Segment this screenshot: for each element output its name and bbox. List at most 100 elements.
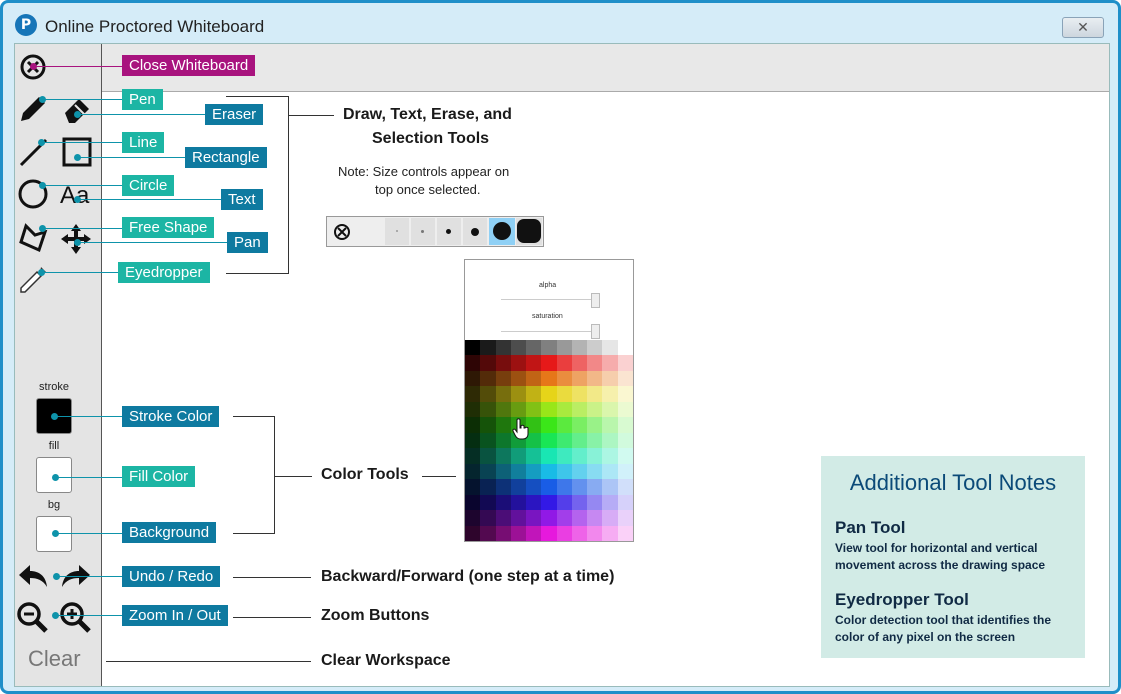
palette-swatch[interactable] <box>602 370 619 387</box>
palette-swatch[interactable] <box>587 494 604 511</box>
alpha-slider-track[interactable] <box>501 299 595 300</box>
palette-swatch[interactable] <box>480 340 497 356</box>
palette-swatch[interactable] <box>526 340 543 356</box>
clear-button[interactable]: Clear <box>28 646 81 672</box>
palette-swatch[interactable] <box>480 525 497 541</box>
palette-swatch[interactable] <box>617 370 633 387</box>
palette-swatch[interactable] <box>617 432 633 449</box>
alpha-slider-handle[interactable] <box>591 293 600 308</box>
palette-swatch[interactable] <box>480 479 497 496</box>
palette-swatch[interactable] <box>587 463 604 480</box>
saturation-slider-handle[interactable] <box>591 324 600 339</box>
palette-swatch[interactable] <box>571 510 588 527</box>
palette-swatch[interactable] <box>495 432 512 449</box>
palette-swatch[interactable] <box>541 340 558 356</box>
palette-swatch[interactable] <box>617 494 633 511</box>
palette-swatch[interactable] <box>480 494 497 511</box>
redo-icon[interactable] <box>60 563 92 591</box>
palette-swatch[interactable] <box>587 525 604 541</box>
palette-swatch[interactable] <box>480 386 497 403</box>
palette-swatch[interactable] <box>541 525 558 541</box>
palette-swatch[interactable] <box>495 355 512 372</box>
palette-swatch[interactable] <box>480 463 497 480</box>
zoom-out-icon[interactable] <box>16 601 50 635</box>
palette-swatch[interactable] <box>541 401 558 418</box>
palette-swatch[interactable] <box>541 417 558 434</box>
palette-swatch[interactable] <box>556 448 573 465</box>
palette-swatch[interactable] <box>571 386 588 403</box>
eyedropper-icon[interactable] <box>17 264 49 296</box>
palette-swatch[interactable] <box>587 355 604 372</box>
palette-swatch[interactable] <box>602 432 619 449</box>
palette-swatch[interactable] <box>571 494 588 511</box>
size-option-6[interactable] <box>516 218 542 245</box>
palette-swatch[interactable] <box>587 479 604 496</box>
palette-swatch[interactable] <box>602 448 619 465</box>
palette-swatch[interactable] <box>556 432 573 449</box>
palette-swatch[interactable] <box>480 370 497 387</box>
palette-swatch[interactable] <box>541 448 558 465</box>
palette-swatch[interactable] <box>541 370 558 387</box>
palette-swatch[interactable] <box>495 386 512 403</box>
palette-swatch[interactable] <box>617 340 633 356</box>
palette-swatch[interactable] <box>602 463 619 480</box>
palette-swatch[interactable] <box>465 401 481 418</box>
palette-swatch[interactable] <box>495 494 512 511</box>
palette-swatch[interactable] <box>587 401 604 418</box>
palette-swatch[interactable] <box>617 463 633 480</box>
palette-swatch[interactable] <box>556 340 573 356</box>
palette-swatch[interactable] <box>510 494 527 511</box>
palette-swatch[interactable] <box>510 355 527 372</box>
palette-swatch[interactable] <box>465 479 481 496</box>
palette-swatch[interactable] <box>556 463 573 480</box>
palette-swatch[interactable] <box>602 494 619 511</box>
palette-swatch[interactable] <box>526 370 543 387</box>
palette-swatch[interactable] <box>617 510 633 527</box>
palette-swatch[interactable] <box>465 386 481 403</box>
palette-swatch[interactable] <box>510 479 527 496</box>
palette-swatch[interactable] <box>617 525 633 541</box>
palette-swatch[interactable] <box>480 417 497 434</box>
palette-swatch[interactable] <box>617 386 633 403</box>
text-aa-icon[interactable]: Aa <box>59 178 95 210</box>
window-close-button[interactable]: ✕ <box>1062 17 1104 38</box>
palette-swatch[interactable] <box>510 340 527 356</box>
palette-swatch[interactable] <box>510 463 527 480</box>
palette-swatch[interactable] <box>526 510 543 527</box>
palette-swatch[interactable] <box>465 355 481 372</box>
palette-swatch[interactable] <box>571 463 588 480</box>
saturation-slider-track[interactable] <box>501 331 595 332</box>
palette-swatch[interactable] <box>480 448 497 465</box>
palette-swatch[interactable] <box>556 525 573 541</box>
palette-swatch[interactable] <box>587 417 604 434</box>
palette-swatch[interactable] <box>510 510 527 527</box>
palette-swatch[interactable] <box>571 479 588 496</box>
zoom-in-icon[interactable] <box>59 601 93 635</box>
palette-swatch[interactable] <box>602 510 619 527</box>
palette-swatch[interactable] <box>526 386 543 403</box>
palette-swatch[interactable] <box>541 494 558 511</box>
palette-swatch[interactable] <box>602 417 619 434</box>
palette-swatch[interactable] <box>602 340 619 356</box>
palette-swatch[interactable] <box>587 370 604 387</box>
palette-swatch[interactable] <box>602 386 619 403</box>
size-close-icon[interactable] <box>331 221 353 243</box>
rectangle-icon[interactable] <box>61 136 93 168</box>
palette-swatch[interactable] <box>465 340 481 356</box>
palette-swatch[interactable] <box>495 448 512 465</box>
palette-swatch[interactable] <box>587 448 604 465</box>
palette-swatch[interactable] <box>571 525 588 541</box>
palette-swatch[interactable] <box>465 494 481 511</box>
size-option-5[interactable] <box>489 218 515 245</box>
palette-swatch[interactable] <box>495 479 512 496</box>
palette-swatch[interactable] <box>556 401 573 418</box>
palette-swatch[interactable] <box>571 370 588 387</box>
palette-swatch[interactable] <box>526 479 543 496</box>
palette-swatch[interactable] <box>480 355 497 372</box>
palette-swatch[interactable] <box>495 370 512 387</box>
palette-swatch[interactable] <box>617 448 633 465</box>
line-icon[interactable] <box>18 136 50 168</box>
palette-swatch[interactable] <box>495 525 512 541</box>
palette-swatch[interactable] <box>541 479 558 496</box>
palette-swatch[interactable] <box>571 417 588 434</box>
